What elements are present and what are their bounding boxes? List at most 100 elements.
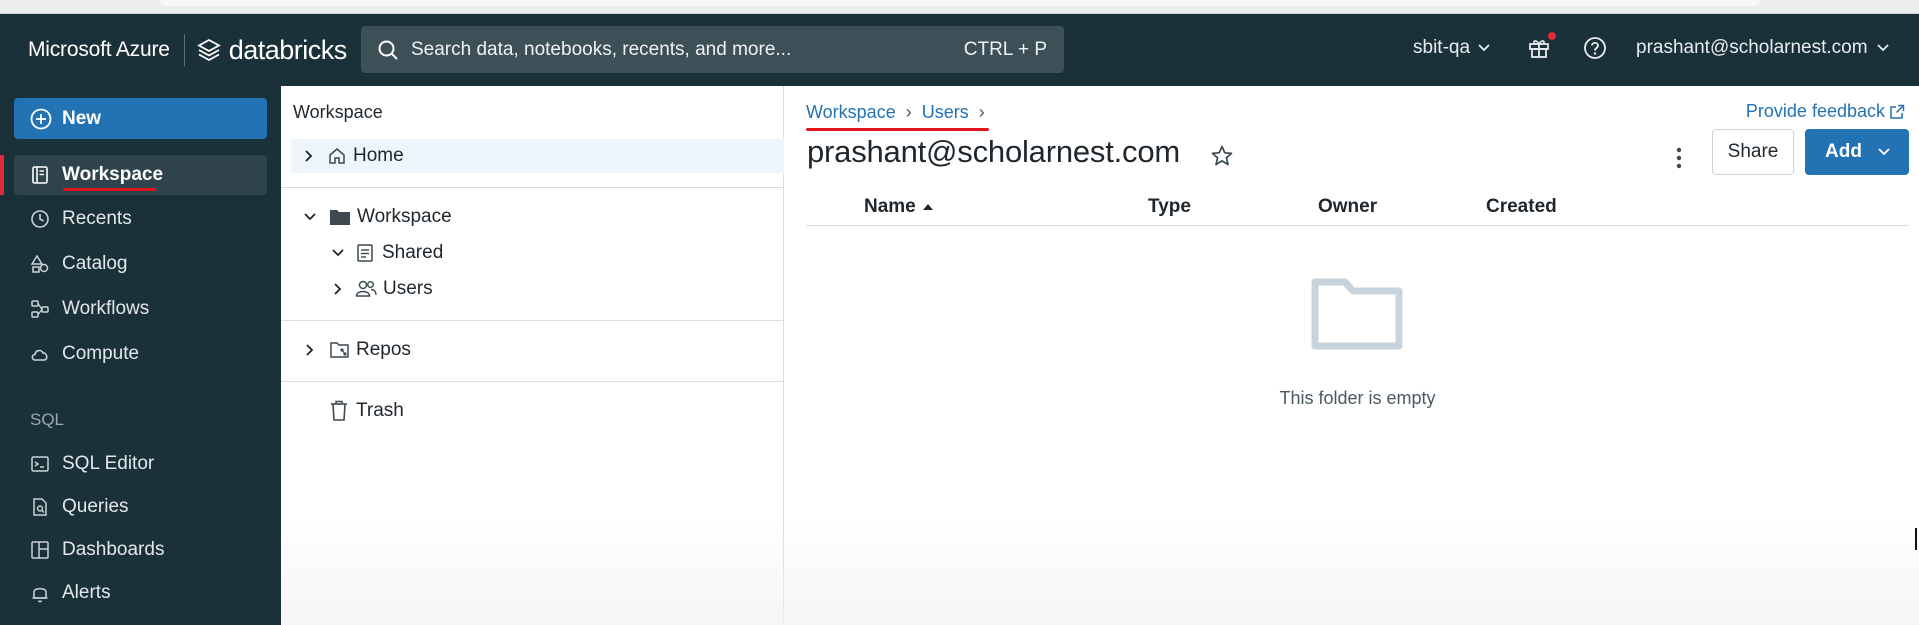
- shared-folder-icon: [357, 244, 373, 262]
- dashboards-icon: [31, 541, 49, 559]
- tree-item-label: Users: [383, 278, 433, 299]
- workspace-annotation-underline: [63, 188, 156, 191]
- chevron-down-icon: [1478, 44, 1490, 52]
- sidebar-item-dashboards[interactable]: Dashboards: [14, 530, 267, 570]
- user-account-menu[interactable]: prashant@scholarnest.com: [1636, 37, 1889, 59]
- add-button[interactable]: Add: [1805, 129, 1909, 175]
- workspace-icon: [32, 166, 48, 184]
- share-button[interactable]: Share: [1712, 129, 1794, 175]
- breadcrumb: Workspace › Users ›: [806, 102, 985, 123]
- empty-state-message: This folder is empty: [1279, 388, 1436, 408]
- active-nav-indicator: [0, 155, 4, 195]
- feedback-label: Provide feedback: [1745, 101, 1885, 121]
- column-header-created[interactable]: Created: [1486, 196, 1557, 218]
- trash-icon: [331, 400, 347, 421]
- browser-chrome-strip: [0, 0, 1919, 14]
- workspace-switcher[interactable]: sbit-qa: [1413, 37, 1490, 59]
- plus-circle-icon: [30, 108, 52, 129]
- column-label: Name: [864, 196, 916, 217]
- tree-item-label: Repos: [356, 339, 411, 360]
- column-label: Created: [1486, 196, 1557, 217]
- new-button-label: New: [62, 107, 102, 129]
- workspace-name: sbit-qa: [1413, 37, 1471, 58]
- tree-item-users[interactable]: Users: [331, 272, 433, 306]
- sidebar-item-recents[interactable]: Recents: [14, 199, 267, 239]
- sidebar-item-label: Dashboards: [62, 539, 165, 560]
- text-cursor-icon: [1915, 528, 1917, 550]
- catalog-icon: [30, 254, 49, 273]
- favorite-star-icon[interactable]: [1210, 144, 1234, 168]
- tree-item-label: Shared: [382, 242, 444, 263]
- breadcrumb-annotation-underline: [806, 128, 989, 131]
- sidebar-item-label: Workspace: [62, 164, 164, 185]
- empty-folder-icon: [1311, 276, 1403, 352]
- databricks-logo-icon: [196, 38, 221, 62]
- tree-item-trash[interactable]: Trash: [329, 394, 404, 428]
- bell-icon: [32, 587, 48, 603]
- tree-item-repos[interactable]: Repos: [303, 333, 411, 367]
- microsoft-azure-label: Microsoft Azure: [28, 38, 170, 61]
- tree-divider: [281, 187, 784, 188]
- column-header-owner[interactable]: Owner: [1318, 196, 1377, 218]
- sidebar-item-label: Recents: [62, 208, 132, 229]
- breadcrumb-workspace-link[interactable]: Workspace: [806, 102, 896, 123]
- clock-icon: [31, 210, 49, 228]
- home-icon: [329, 148, 345, 164]
- chevron-right-icon: [306, 344, 314, 356]
- tree-item-label: Trash: [356, 400, 404, 421]
- new-button[interactable]: New: [14, 98, 267, 139]
- column-header-name[interactable]: Name: [864, 196, 934, 218]
- page-title: prashant@scholarnest.com: [807, 134, 1181, 169]
- chevron-right-icon: [305, 150, 313, 162]
- breadcrumb-separator-icon: ›: [905, 102, 912, 122]
- chevron-down-icon: [1878, 148, 1890, 156]
- more-options-kebab-icon[interactable]: [1669, 142, 1689, 174]
- workflows-icon: [31, 300, 49, 318]
- chevron-right-icon: [334, 283, 342, 295]
- breadcrumb-separator-icon: ›: [978, 102, 985, 122]
- external-link-icon: [1890, 104, 1905, 119]
- tree-divider: [281, 320, 784, 321]
- provide-feedback-link[interactable]: Provide feedback: [1746, 101, 1905, 122]
- sidebar-item-label: Alerts: [62, 582, 111, 603]
- brand-divider: [183, 34, 185, 66]
- chevron-down-icon: [1876, 44, 1889, 52]
- sort-ascending-icon: [922, 204, 933, 210]
- whats-new-gift-icon[interactable]: [1527, 36, 1551, 60]
- sidebar-item-label: Catalog: [62, 253, 128, 274]
- tree-item-label: Workspace: [357, 206, 452, 227]
- sidebar-item-label: Queries: [62, 496, 129, 517]
- file-table-header: Name Type Owner Created: [806, 186, 1909, 226]
- column-header-type[interactable]: Type: [1148, 196, 1191, 218]
- sql-section-heading: SQL: [30, 410, 65, 429]
- sidebar-item-label: Compute: [62, 343, 140, 364]
- brand-logo[interactable]: Microsoft Azure databricks: [28, 34, 347, 66]
- column-label: Owner: [1318, 196, 1378, 217]
- breadcrumb-users-link[interactable]: Users: [922, 102, 969, 123]
- sql-editor-icon: [31, 456, 49, 472]
- global-search-box[interactable]: Search data, notebooks, recents, and mor…: [361, 26, 1064, 73]
- sidebar-item-sql-editor[interactable]: SQL Editor: [14, 444, 267, 484]
- notification-dot: [1548, 32, 1556, 40]
- users-icon: [355, 280, 377, 297]
- left-sidebar: New Workspace Recents Catalog Workflows …: [0, 86, 281, 625]
- tree-item-home[interactable]: Home: [291, 139, 784, 173]
- sidebar-item-queries[interactable]: Queries: [14, 487, 267, 527]
- workspace-file-browser: Workspace Home Workspace Shared Users Re…: [281, 86, 784, 625]
- help-icon[interactable]: [1583, 36, 1607, 60]
- file-browser-title: Workspace: [293, 102, 383, 122]
- main-content: Workspace › Users › Provide feedback pra…: [784, 86, 1919, 625]
- search-placeholder: Search data, notebooks, recents, and mor…: [411, 38, 792, 60]
- sidebar-item-alerts[interactable]: Alerts: [14, 573, 267, 613]
- sidebar-item-label: Workflows: [62, 298, 150, 319]
- sidebar-item-compute[interactable]: Compute: [14, 334, 267, 374]
- tree-item-shared[interactable]: Shared: [331, 236, 443, 270]
- databricks-wordmark: databricks: [228, 34, 348, 65]
- sidebar-item-catalog[interactable]: Catalog: [14, 244, 267, 284]
- column-label: Type: [1148, 196, 1191, 217]
- repos-icon: [330, 342, 349, 358]
- sidebar-item-workflows[interactable]: Workflows: [14, 289, 267, 329]
- add-button-label: Add: [1825, 141, 1862, 162]
- search-icon: [377, 39, 399, 61]
- tree-item-workspace[interactable]: Workspace: [303, 200, 452, 234]
